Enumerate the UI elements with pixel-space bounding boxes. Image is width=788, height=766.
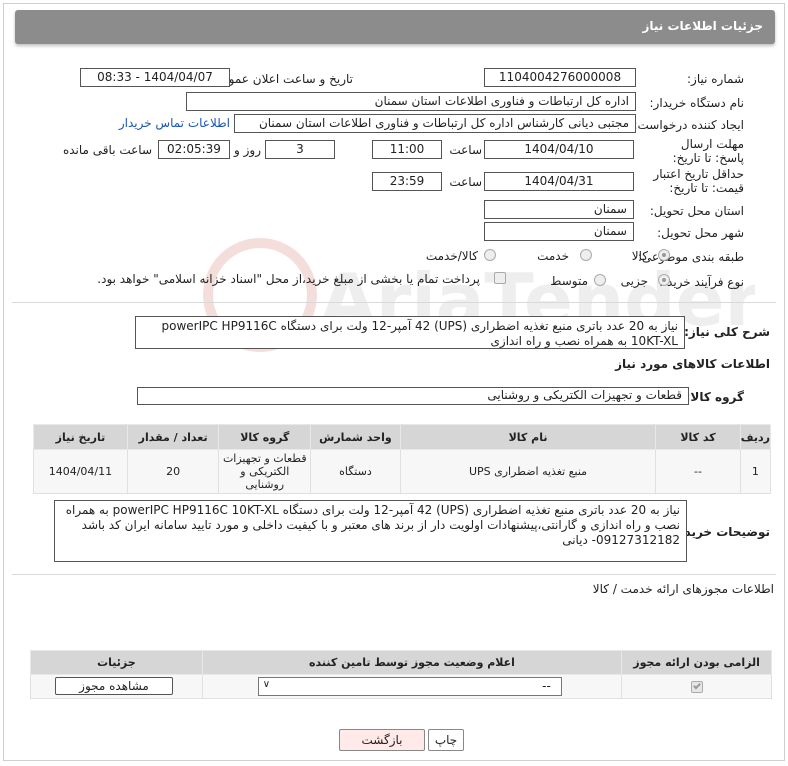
validity-date-field: 1404/04/31 <box>484 172 634 191</box>
validity-label: حداقل تاریخ اعتبار قیمت: تا تاریخ: <box>653 167 744 195</box>
payment-note: پرداخت تمام یا بخشی از مبلغ خرید،از محل … <box>97 272 480 286</box>
col-row: ردیف <box>739 424 772 450</box>
days-label: روز و <box>234 143 261 157</box>
back-button[interactable]: بازگشت <box>339 729 425 751</box>
remaining-label: ساعت باقی مانده <box>62 143 152 157</box>
description-label: شرح کلی نیاز: <box>684 325 770 339</box>
buyer-org-label: نام دستگاه خریدار: <box>649 96 745 110</box>
permit-status-select[interactable]: ∨ -- <box>257 677 562 696</box>
cell-date: 1404/04/11 <box>33 449 128 494</box>
creator-label: ایجاد کننده درخواست: <box>633 118 744 132</box>
table-row: ∨ -- مشاهده مجوز <box>30 674 772 699</box>
need-number-label: شماره نیاز: <box>687 72 744 86</box>
category-radio-both[interactable] <box>484 249 496 261</box>
divider <box>12 574 776 575</box>
goods-group-label: گروه کالا: <box>685 390 744 404</box>
process-option-medium: متوسط <box>550 274 588 288</box>
col-date: تاریخ نیاز <box>33 424 128 450</box>
category-option-service: خدمت <box>537 249 569 263</box>
divider <box>12 302 776 303</box>
table-row: 1 -- منبع تغذیه اضطراری UPS دستگاه قطعات… <box>33 449 772 494</box>
col-required: الزامی بودن ارائه مجوز <box>621 650 772 675</box>
process-radio-minor[interactable] <box>658 274 670 286</box>
col-name: نام کالا <box>399 424 657 450</box>
goods-group-field: قطعات و تجهیزات الکتریکی و روشنایی <box>137 387 689 405</box>
chevron-down-icon: ∨ <box>262 679 271 690</box>
validity-time-field: 23:59 <box>372 172 442 191</box>
creator-field: مجتبی دیانی کارشناس اداره کل ارتباطات و … <box>234 114 636 133</box>
cell-name: منبع تغذیه اضطراری UPS <box>399 449 657 494</box>
col-details: جزئیات <box>30 650 203 675</box>
permits-table-header-row: الزامی بودن ارائه مجوز اعلام وضعیت مجوز … <box>30 650 772 675</box>
goods-table-header-row: ردیف کد کالا نام کالا واحد شمارش گروه کا… <box>33 424 772 450</box>
col-code: کد کالا <box>655 424 741 450</box>
deadline-label: مهلت ارسال پاسخ: تا تاریخ: <box>672 137 744 165</box>
deadline-time-field: 11:00 <box>372 140 442 159</box>
city-field: سمنان <box>484 222 634 241</box>
cell-code: -- <box>655 449 741 494</box>
cell-unit: دستگاه <box>310 449 401 494</box>
province-label: استان محل تحویل: <box>649 204 744 218</box>
col-unit: واحد شمارش <box>310 424 401 450</box>
print-button[interactable]: چاپ <box>428 729 464 751</box>
need-number-field: 1104004276000008 <box>484 68 636 87</box>
cell-status: ∨ -- <box>201 674 623 699</box>
payment-checkbox[interactable] <box>494 272 506 284</box>
category-radio-goods[interactable] <box>658 249 670 261</box>
description-textarea: نیاز به 20 عدد باتری منبع تغذیه اضطراری … <box>135 316 685 349</box>
validity-time-label: ساعت <box>449 175 482 189</box>
cell-group: قطعات و تجهیزات الکتریکی و روشنایی <box>218 449 312 494</box>
deadline-time-label: ساعت <box>449 143 482 157</box>
category-option-both: کالا/خدمت <box>425 249 478 263</box>
cell-required <box>621 674 772 699</box>
contact-buyer-link[interactable]: اطلاعات تماس خریدار <box>119 116 230 130</box>
check-icon <box>692 681 701 690</box>
deadline-date-field: 1404/04/10 <box>484 140 634 159</box>
process-label: نوع فرآیند خرید : <box>659 275 744 289</box>
col-qty: تعداد / مقدار <box>126 424 220 450</box>
buyer-org-field: اداره کل ارتباطات و فناوری اطلاعات استان… <box>186 92 636 111</box>
permits-section-title: اطلاعات مجوزهای ارائه خدمت / کالا <box>592 582 774 596</box>
province-field: سمنان <box>484 200 634 219</box>
col-group: گروه کالا <box>218 424 312 450</box>
permits-table: الزامی بودن ارائه مجوز اعلام وضعیت مجوز … <box>30 650 772 699</box>
remaining-time-field: 02:05:39 <box>158 140 230 159</box>
days-field: 3 <box>265 140 335 159</box>
cell-details: مشاهده مجوز <box>30 674 203 699</box>
required-checkbox[interactable] <box>690 681 703 693</box>
permit-status-value: -- <box>542 679 551 693</box>
city-label: شهر محل تحویل: <box>657 226 744 240</box>
cell-qty: 20 <box>126 449 220 494</box>
header-bar: جزئیات اطلاعات نیاز <box>15 10 775 44</box>
buyer-notes-textarea: نیاز به 20 عدد باتری منبع تغذیه اضطراری … <box>54 500 687 562</box>
goods-section-title: اطلاعات کالاهای مورد نیاز <box>615 357 770 371</box>
category-option-goods: کالا <box>631 249 648 263</box>
view-permit-button[interactable]: مشاهده مجوز <box>55 677 173 695</box>
process-option-minor: جزیی <box>620 274 648 288</box>
category-radio-service[interactable] <box>580 249 592 261</box>
cell-row: 1 <box>739 449 772 494</box>
process-radio-medium[interactable] <box>594 274 606 286</box>
goods-table: ردیف کد کالا نام کالا واحد شمارش گروه کا… <box>33 424 772 494</box>
col-status: اعلام وضعیت مجوز توسط تامین کننده <box>201 650 623 675</box>
page-title: جزئیات اطلاعات نیاز <box>642 19 763 33</box>
announce-field: 1404/04/07 - 08:33 <box>80 68 230 87</box>
category-label: طبقه بندی موضوعی: <box>637 250 744 264</box>
